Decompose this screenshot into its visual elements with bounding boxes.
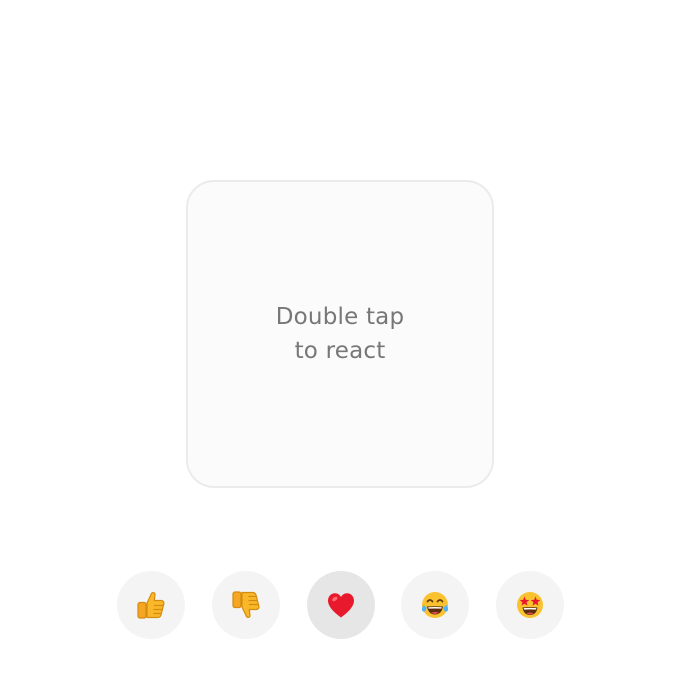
reaction-bar	[117, 571, 565, 639]
tears-of-joy-reaction-button[interactable]	[401, 571, 469, 639]
double-tap-card[interactable]: Double tap to react	[186, 180, 494, 488]
star-struck-reaction-button[interactable]	[496, 571, 564, 639]
thumbs-down-reaction-button[interactable]	[212, 571, 280, 639]
red-heart-icon	[325, 589, 357, 621]
prompt-line-1: Double tap	[275, 304, 405, 330]
heart-reaction-button[interactable]	[307, 571, 375, 639]
thumbs-up-icon	[135, 589, 167, 621]
tears-of-joy-icon	[419, 589, 451, 621]
thumbs-up-reaction-button[interactable]	[117, 571, 185, 639]
thumbs-down-icon	[230, 589, 262, 621]
double-tap-prompt: Double tap to react	[276, 300, 405, 368]
star-struck-icon	[514, 589, 546, 621]
prompt-line-2: to react	[294, 338, 386, 364]
